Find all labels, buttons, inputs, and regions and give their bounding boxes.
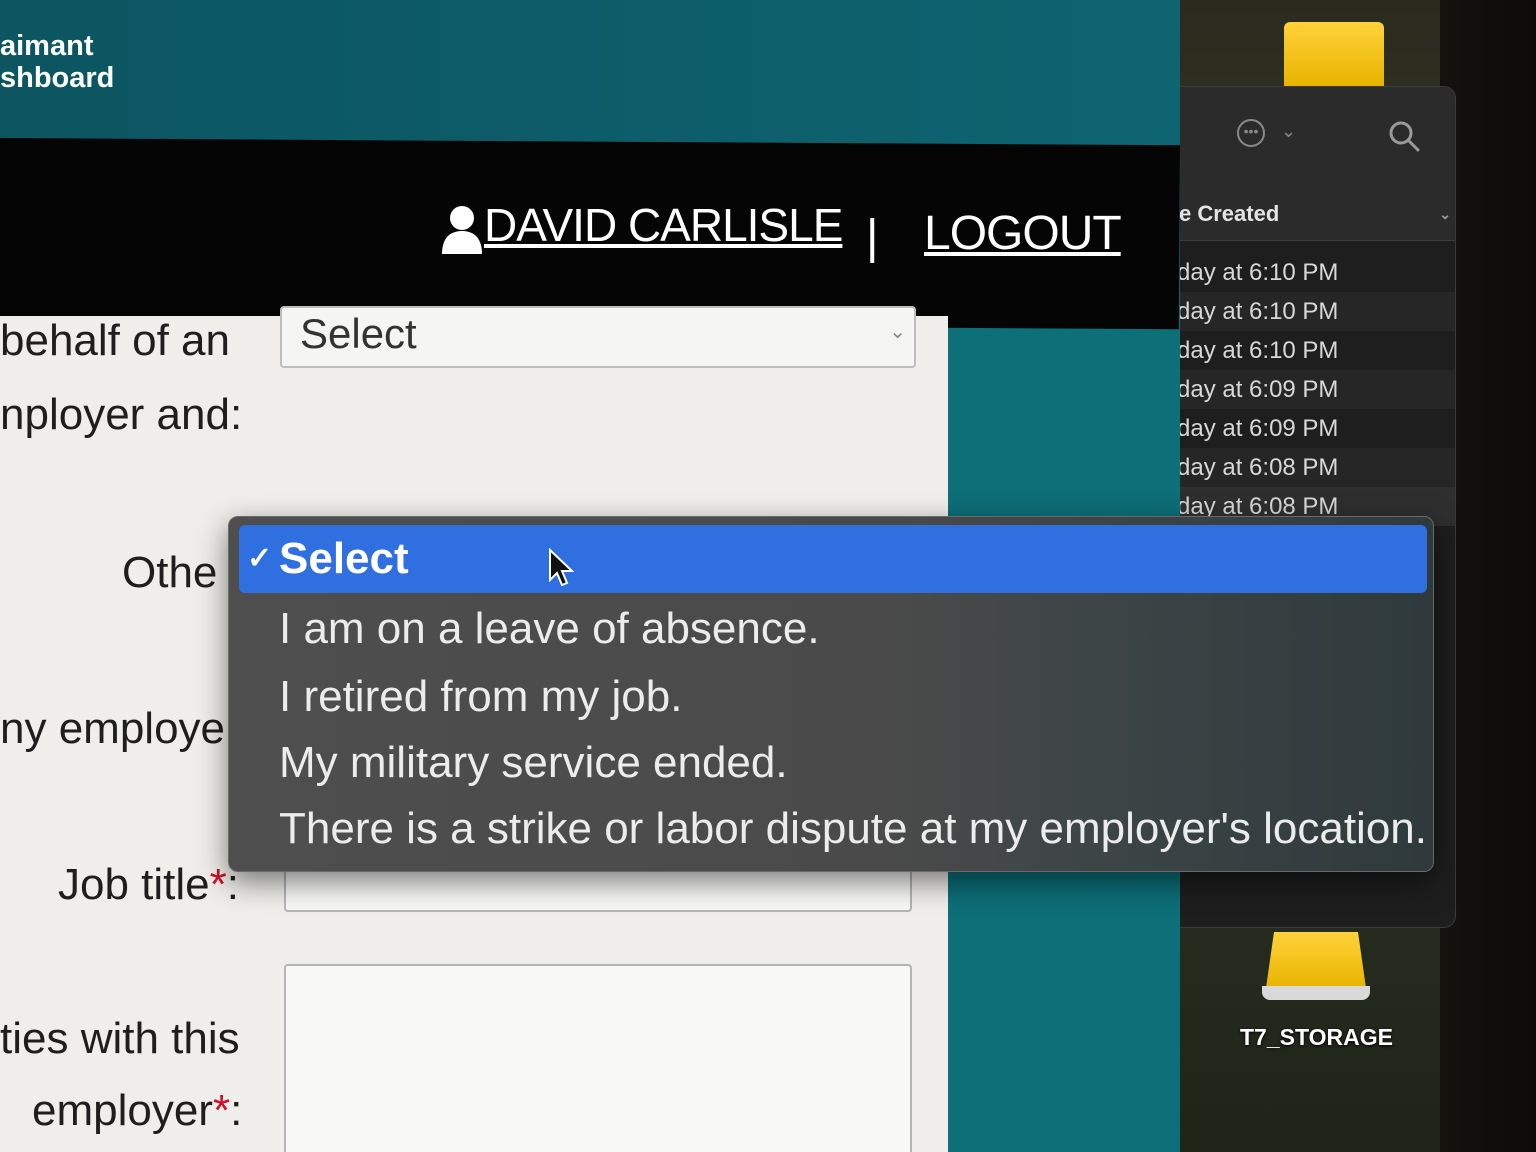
- label-employer: employer*:: [32, 1086, 242, 1136]
- label-duties: ties with this: [0, 1014, 240, 1063]
- duties-textarea[interactable]: [284, 964, 912, 1152]
- chevron-down-icon[interactable]: ⌄: [1281, 121, 1296, 142]
- employer-text: employer: [32, 1086, 213, 1135]
- drive-icon-top[interactable]: [1284, 22, 1384, 86]
- label-other: Othe: [122, 548, 218, 597]
- label-my-employer: ny employe: [0, 704, 226, 753]
- behalf-select[interactable]: Select ⌄: [280, 306, 916, 368]
- file-row-date[interactable]: day at 6:10 PM: [1173, 331, 1455, 370]
- nav-separator: |: [866, 211, 879, 264]
- label-job-title: Job title*:: [58, 860, 239, 910]
- file-row-date[interactable]: day at 6:09 PM: [1173, 409, 1455, 448]
- search-icon[interactable]: [1387, 119, 1421, 153]
- chevron-down-icon: ⌄: [889, 321, 906, 343]
- reason-dropdown-menu: ✓ Select I am on a leave of absence. I r…: [228, 516, 1434, 872]
- finder-toolbar: ••• ⌄: [1173, 87, 1455, 187]
- file-row-date[interactable]: day at 6:09 PM: [1173, 370, 1455, 409]
- label-employer-and: nployer and:: [0, 390, 243, 439]
- file-row-date[interactable]: day at 6:10 PM: [1173, 292, 1455, 331]
- logout-link[interactable]: LOGOUT: [924, 206, 1122, 261]
- brand-line-2: shboard: [0, 62, 115, 94]
- drive-label[interactable]: T7_STORAGE: [1240, 1024, 1393, 1051]
- select-value: Select: [300, 310, 417, 357]
- required-asterisk: *: [212, 1086, 231, 1135]
- dropdown-option-select[interactable]: ✓ Select: [239, 525, 1427, 593]
- date-created-column-header[interactable]: e Created ⌄: [1173, 187, 1455, 241]
- user-icon: [442, 205, 482, 254]
- job-title-text: Job title: [58, 860, 210, 909]
- file-row-date[interactable]: day at 6:08 PM: [1173, 448, 1455, 487]
- column-header-label: e Created: [1179, 201, 1280, 226]
- brand-line-1: aimant: [0, 30, 94, 62]
- dropdown-option-strike[interactable]: There is a strike or labor dispute at my…: [239, 795, 1427, 863]
- user-profile-link[interactable]: DAVID CARLISLE: [440, 198, 843, 254]
- file-list: day at 6:10 PM day at 6:10 PM day at 6:1…: [1173, 253, 1455, 526]
- external-drive-icon[interactable]: [1262, 932, 1370, 1002]
- more-actions-icon[interactable]: •••: [1237, 119, 1265, 147]
- label-behalf: behalf of an: [0, 316, 230, 365]
- file-row-date[interactable]: day at 6:10 PM: [1173, 253, 1455, 292]
- employer-colon: :: [230, 1086, 243, 1135]
- sort-chevron-icon: ⌄: [1439, 206, 1451, 222]
- option-label: Select: [279, 534, 409, 583]
- dropdown-option-leave[interactable]: I am on a leave of absence.: [239, 595, 1427, 663]
- dropdown-option-military[interactable]: My military service ended.: [239, 729, 1427, 797]
- checkmark-icon: ✓: [247, 542, 273, 575]
- mouse-cursor-icon: [549, 548, 574, 587]
- user-name: DAVID CARLISLE: [484, 199, 843, 251]
- dropdown-option-retired[interactable]: I retired from my job.: [239, 663, 1427, 731]
- required-asterisk: *: [209, 860, 227, 909]
- app-header: aimant shboard: [0, 0, 1180, 150]
- brand-title: aimant shboard: [0, 30, 114, 94]
